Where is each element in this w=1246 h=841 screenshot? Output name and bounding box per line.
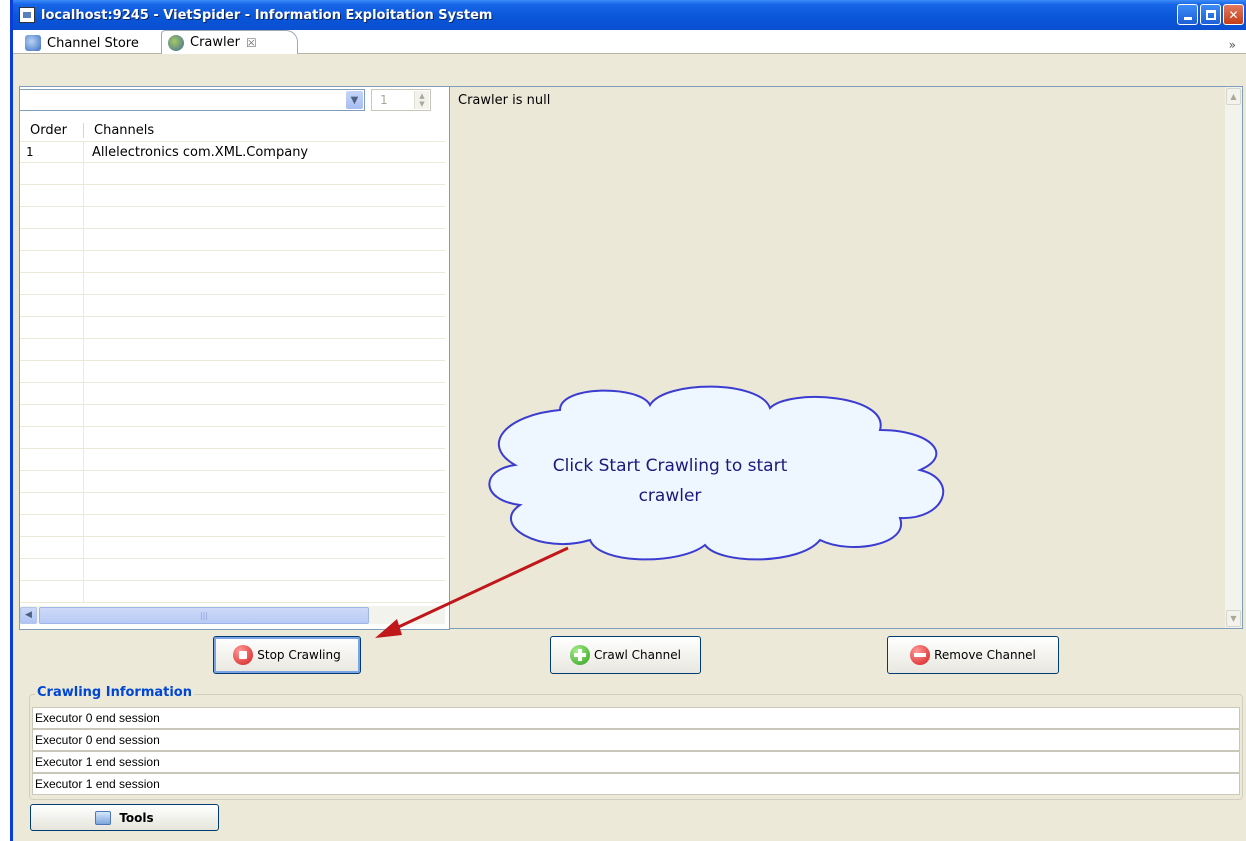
callout-arrow-line <box>391 546 569 632</box>
arrow-head-icon <box>375 619 402 638</box>
callout-text: Click Start Crawling to start crawler <box>552 456 788 506</box>
annotation-overlay <box>375 385 945 638</box>
